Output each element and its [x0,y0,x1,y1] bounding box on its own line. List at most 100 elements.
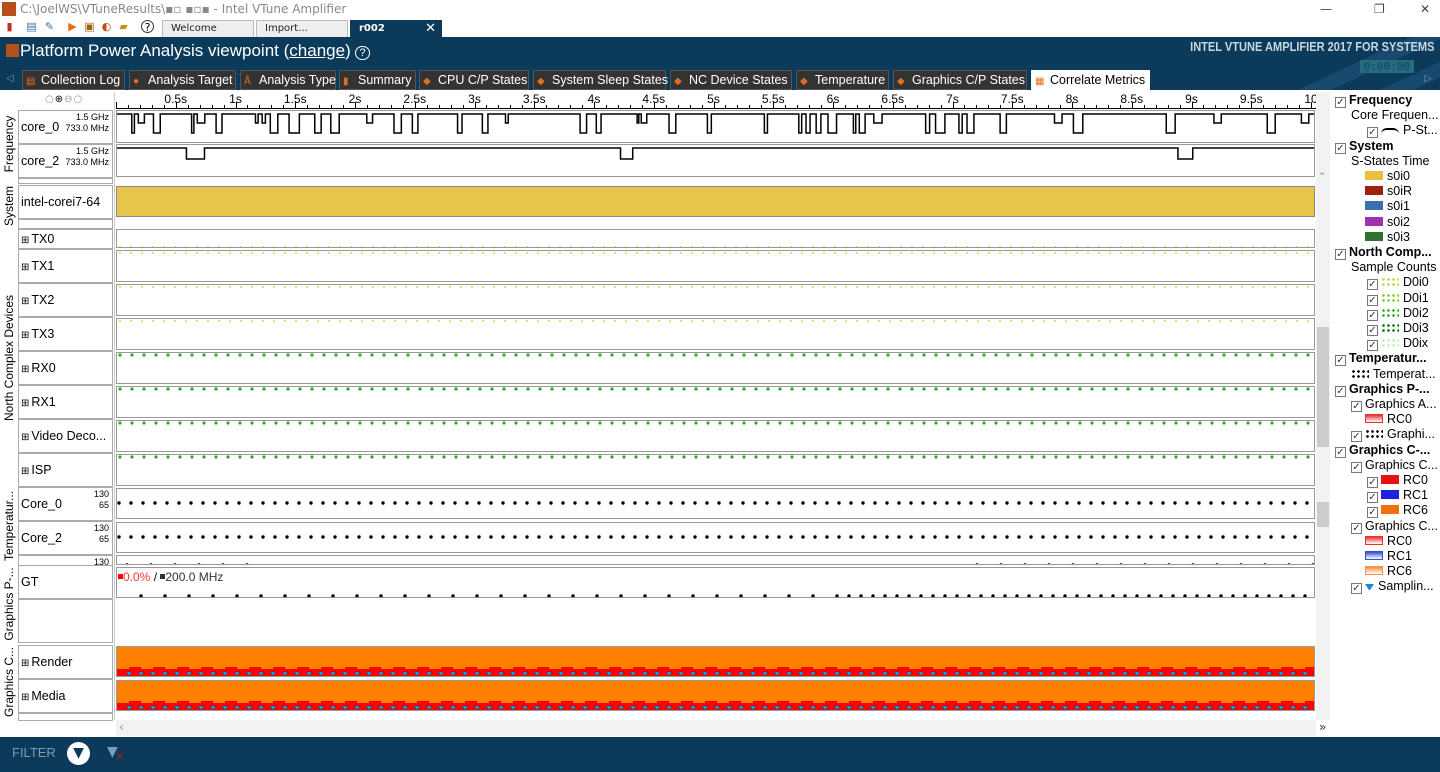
group-label[interactable]: Graphics C... [0,643,18,720]
legend-item[interactable]: s0iR [1365,184,1412,199]
legend-item[interactable]: s0i0 [1365,169,1410,184]
legend-checkbox[interactable]: ✓ [1367,127,1378,139]
legend-item[interactable]: S-States Time [1351,154,1430,169]
compare-icon[interactable]: ◐ [100,20,113,33]
minimize-button[interactable]: — [1320,0,1332,18]
row-label[interactable]: ⊞ ISP [18,453,113,487]
row-label[interactable]: ⊞ TX1 [18,249,113,283]
legend-item[interactable]: s0i3 [1365,230,1410,245]
legend-item[interactable]: ✓ North Comp... [1335,245,1432,260]
graphics-c-state-lane[interactable] [116,680,1315,711]
row-label[interactable]: intel-corei7-64 [18,185,113,219]
legend-item[interactable]: ✓ D0i2 [1367,306,1429,321]
frequency-lane-rows.core_2[interactable] [116,144,1315,177]
graphics-c-state-lane[interactable] [116,646,1315,677]
nc-device-lane[interactable] [116,420,1315,452]
zoom-fit-icon[interactable]: ○ [45,94,55,105]
legend-item[interactable]: RC6 [1365,564,1412,579]
zoom-out-icon[interactable]: ⊖ [64,94,73,105]
expand-icon[interactable]: ⊞ [21,235,29,246]
row-label[interactable] [18,219,113,229]
tab-correlate-metrics[interactable]: ▦ Correlate Metrics [1031,70,1150,90]
legend-item[interactable]: Core Frequen... [1351,108,1439,123]
legend-checkbox[interactable]: ✓ [1335,142,1346,154]
row-label[interactable] [18,599,113,643]
legend-item[interactable]: ✓ System [1335,139,1393,154]
close-window-button[interactable]: ✕ [1420,0,1430,18]
legend-checkbox[interactable]: ✓ [1335,446,1346,458]
row-label[interactable]: ⊞ RX0 [18,351,113,385]
expand-icon[interactable]: ⊞ [21,262,29,273]
group-label[interactable]: System [0,183,18,228]
frequency-lane-rows.core_0[interactable] [116,110,1315,143]
row-label[interactable]: ⊞ Video Deco... [18,419,113,453]
legend-checkbox[interactable]: ✓ [1335,385,1346,397]
tab-collection-log[interactable]: ▤ Collection Log [22,70,125,90]
legend-checkbox[interactable]: ✓ [1367,325,1378,336]
row-label[interactable] [18,178,113,184]
expand-icon[interactable]: ⊞ [21,364,29,375]
legend-item[interactable]: ✓ D0ix [1367,336,1428,352]
legend-item[interactable]: ✓ RC0 [1367,473,1428,488]
group-label[interactable]: North Complex Devices [0,228,18,487]
system-state-lane[interactable] [116,186,1315,217]
legend-checkbox[interactable]: ✓ [1335,355,1346,367]
legend-item[interactable]: ✓ Graphics C... [1351,519,1438,534]
row-label[interactable]: ⊞ RX1 [18,385,113,419]
legend-item[interactable]: ✓ Graphics P-... [1335,382,1430,397]
row-label[interactable]: core_0 1.5 GHz 733.0 MHz [18,110,113,144]
tab-analysis-target[interactable]: ● Analysis Target [129,70,236,90]
legend-item[interactable]: ✓ P-St... [1367,123,1438,139]
temperature-lane-partial[interactable] [116,555,1315,565]
row-label[interactable]: Core_0 130 65 [18,487,113,521]
temperature-lane[interactable] [116,522,1315,553]
tab-cpu-c-p-states[interactable]: ◆ CPU C/P States [419,70,529,90]
legend-item[interactable]: ✓ Frequency [1335,93,1412,108]
legend-checkbox[interactable]: ✓ [1351,461,1362,473]
legend-item[interactable]: ✓ D0i1 [1367,291,1429,306]
nc-device-lane[interactable] [116,284,1315,316]
legend-checkbox[interactable]: ✓ [1367,279,1378,291]
zoom-in-icon[interactable]: ⊕ [55,94,64,105]
nc-device-lane[interactable] [116,318,1315,350]
tab-system-sleep-states[interactable]: ◆ System Sleep States [533,70,668,90]
zoom-reset-icon[interactable]: ○ [74,94,84,105]
legend-checkbox[interactable]: ✓ [1367,477,1378,488]
scroll-up-icon[interactable]: ⌄ [1318,167,1326,178]
legend-item[interactable]: Sample Counts [1351,260,1436,275]
clear-filter-icon[interactable]: ▼ ✕ [107,744,124,763]
legend-item[interactable]: ✓ D0i3 [1367,321,1429,336]
graphics-p-state-lane[interactable]: 0.0% / 200.0 MHz [116,567,1315,598]
legend-item[interactable]: ✓ RC6 [1367,503,1428,519]
horizontal-scrollbar[interactable]: ‹ » [116,720,1326,736]
row-label[interactable] [18,713,113,721]
tab-graphics-c-p-states[interactable]: ◆ Graphics C/P States [893,70,1027,90]
legend-checkbox[interactable]: ✓ [1367,340,1378,352]
expand-icon[interactable]: ⊞ [21,658,29,669]
maximize-button[interactable]: ❐ [1374,0,1385,18]
legend-item[interactable]: RC1 [1365,549,1412,564]
nc-device-lane[interactable] [116,352,1315,384]
row-label[interactable]: ⊞ TX3 [18,317,113,351]
tab-nc-device-states[interactable]: ◆ NC Device States [670,70,792,90]
row-label[interactable]: ⊞ Media [18,679,113,713]
tab-summary[interactable]: ▮ Summary [339,70,416,90]
expand-icon[interactable]: ⊞ [21,466,29,477]
tabs-scroll-left-icon[interactable]: ◁ [6,73,14,84]
nc-device-lane[interactable] [116,229,1315,248]
close-tab-icon[interactable]: ✕ [425,21,436,37]
row-label[interactable]: GT [18,565,113,599]
nc-device-lane[interactable] [116,454,1315,486]
group-label[interactable]: Frequency [0,110,18,178]
legend-item[interactable]: Temperat... [1351,367,1436,382]
new-analysis-icon[interactable]: ▣ [83,20,96,33]
vertical-scrollbar-thumb[interactable] [1317,327,1329,447]
legend-checkbox[interactable]: ✓ [1367,309,1378,321]
legend-item[interactable]: s0i1 [1365,199,1410,214]
help-icon[interactable]: ? [141,20,154,34]
legend-item[interactable]: ✓ Samplin... [1351,579,1434,595]
legend-checkbox[interactable]: ✓ [1367,507,1378,519]
tab-import[interactable]: Import... [256,20,348,37]
change-viewpoint-link[interactable]: change [289,41,345,60]
legend-item[interactable]: ✓ Temperatur... [1335,351,1427,367]
